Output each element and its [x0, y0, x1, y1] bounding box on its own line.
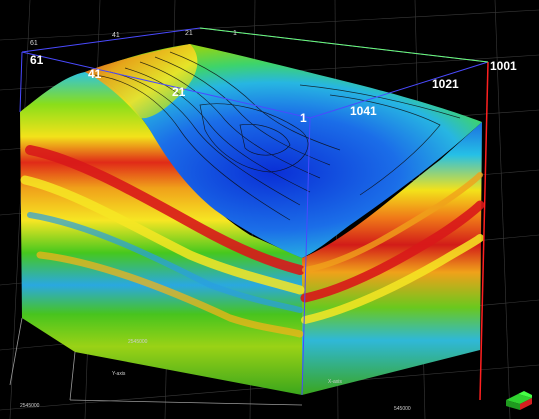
inline-label-61: 61	[30, 53, 44, 67]
3d-viewport[interactable]: 61 41 21 1 1001 1021 1041 61 41 21 1 Y-a…	[0, 0, 539, 419]
y-coordinate-label-2: 2545000	[20, 403, 40, 409]
xline-label-1041: 1041	[350, 104, 377, 118]
seismic-volume-scene[interactable]	[0, 0, 539, 419]
inline-label-1: 1	[300, 111, 307, 125]
top-tick-61: 61	[30, 40, 38, 47]
orientation-cube-graphic	[506, 391, 532, 410]
xline-label-1001: 1001	[490, 59, 517, 73]
inline-label-21: 21	[172, 85, 186, 99]
orientation-cube-icon[interactable]	[504, 382, 534, 412]
top-tick-1: 1	[233, 30, 237, 37]
xline-label-1021: 1021	[432, 77, 459, 91]
x-axis-title: X-axis	[328, 379, 342, 385]
x-axis-line	[479, 61, 489, 401]
x-coordinate-label: 545000	[394, 406, 411, 412]
y-coordinate-label-1: 2545000	[128, 339, 148, 345]
top-tick-41: 41	[112, 32, 120, 39]
y-axis-title: Y-axis	[112, 371, 126, 377]
inline-label-41: 41	[88, 67, 102, 81]
top-tick-21: 21	[185, 30, 193, 37]
